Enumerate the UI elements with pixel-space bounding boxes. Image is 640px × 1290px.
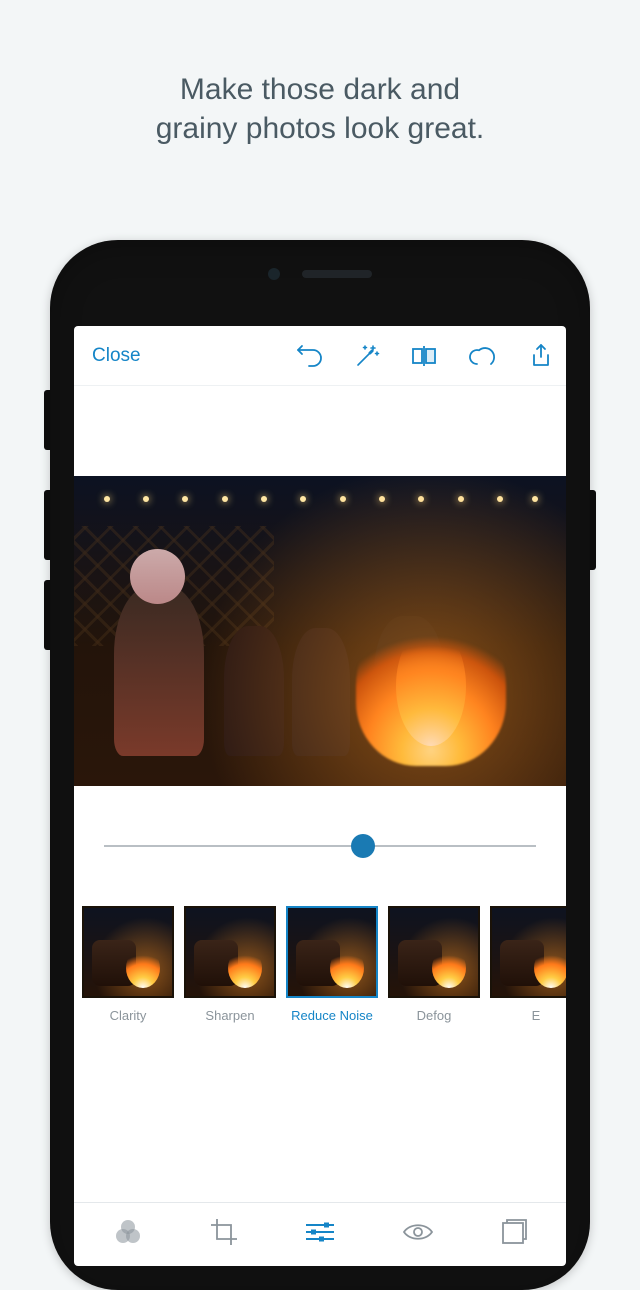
promo-line2: grainy photos look great. [0,109,640,148]
phone-speaker [302,270,372,278]
adjustment-slider[interactable] [104,833,536,859]
filter-thumb-label: Defog [384,998,484,1023]
photo-canvas[interactable] [74,476,566,786]
share-icon[interactable] [530,343,552,369]
auto-enhance-icon[interactable] [354,343,380,369]
filter-thumb-image [490,906,566,998]
filter-thumb-label: Sharpen [180,998,280,1023]
slider-track [104,845,536,847]
filter-thumb-image [286,906,378,998]
filter-thumb-defog[interactable]: Defog [384,906,484,1023]
phone-notch [268,268,372,280]
filter-thumb-label: E [486,998,566,1023]
canvas-top-margin [74,386,566,476]
top-toolbar-actions [296,343,552,369]
looks-tab-icon[interactable] [113,1218,143,1251]
phone-side-button [44,490,50,560]
filter-thumbnail-row[interactable]: ClaritySharpenReduce NoiseDefogE [74,906,566,1046]
filter-thumb-e[interactable]: E [486,906,566,1023]
app-screen: Close [74,326,566,1266]
undo-icon[interactable] [296,344,324,368]
redeye-tab-icon[interactable] [402,1221,434,1248]
slider-thumb[interactable] [351,834,375,858]
borders-tab-icon[interactable] [501,1219,527,1250]
filter-thumb-image [184,906,276,998]
filter-thumb-image [82,906,174,998]
compare-icon[interactable] [410,344,438,368]
adjustment-slider-area [74,786,566,906]
filter-thumb-label: Reduce Noise [282,998,382,1023]
top-toolbar: Close [74,326,566,386]
crop-tab-icon[interactable] [210,1218,238,1251]
filter-thumb-image [388,906,480,998]
filter-thumb-label: Clarity [78,998,178,1023]
phone-mockup: Close [50,240,590,1290]
bottom-toolbar [74,1202,566,1266]
filter-thumb-sharpen[interactable]: Sharpen [180,906,280,1023]
filter-thumb-reduce-noise[interactable]: Reduce Noise [282,906,382,1023]
corrections-tab-icon[interactable] [304,1220,336,1249]
phone-side-button [590,490,596,570]
phone-camera-icon [268,268,280,280]
promo-headline: Make those dark and grainy photos look g… [0,0,640,148]
phone-side-button [44,580,50,650]
filter-thumb-clarity[interactable]: Clarity [78,906,178,1023]
creative-cloud-icon[interactable] [468,345,500,367]
close-button[interactable]: Close [88,339,145,373]
promo-line1: Make those dark and [0,70,640,109]
